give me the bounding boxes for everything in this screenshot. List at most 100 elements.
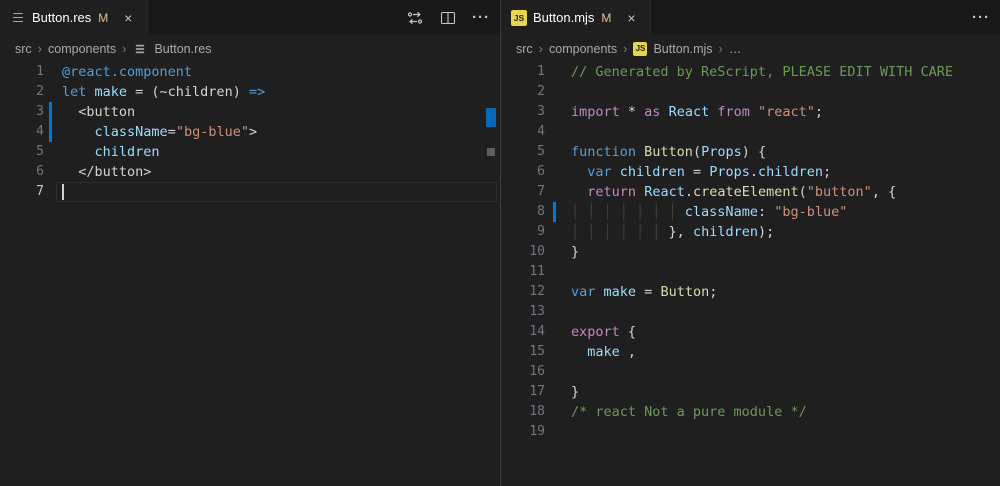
gutter: [44, 102, 62, 122]
code-line[interactable]: 3import * as React from "react";: [501, 102, 1000, 122]
code-line[interactable]: 6 </button>: [0, 162, 500, 182]
tab-bar-left: Button.res M × ···: [0, 0, 500, 35]
line-number[interactable]: 2: [0, 82, 44, 102]
line-number[interactable]: 4: [0, 122, 44, 142]
line-number[interactable]: 6: [501, 162, 545, 182]
code-line[interactable]: 5 function Button(Props) {: [501, 142, 1000, 162]
code-line[interactable]: 5 children: [0, 142, 500, 162]
code-line[interactable]: 11: [501, 262, 1000, 282]
close-icon[interactable]: ×: [622, 9, 640, 27]
line-number[interactable]: 8: [501, 202, 545, 222]
code-line[interactable]: 1// Generated by ReScript, PLEASE EDIT W…: [501, 62, 1000, 82]
line-number[interactable]: 10: [501, 242, 545, 262]
breadcrumb-item-src[interactable]: src: [15, 42, 32, 56]
code-text: var make = Button;: [571, 282, 717, 302]
gutter: [545, 262, 571, 282]
line-number[interactable]: 1: [501, 62, 545, 82]
line-number[interactable]: 7: [501, 182, 545, 202]
code-editor-left[interactable]: 1@react.component2let make = (~children)…: [0, 62, 500, 486]
code-line[interactable]: 6 var children = Props.children;: [501, 162, 1000, 182]
gutter: [545, 322, 571, 342]
open-changes-icon[interactable]: [406, 9, 424, 27]
code-line[interactable]: 7 return React.createElement("button", {: [501, 182, 1000, 202]
line-number[interactable]: 14: [501, 322, 545, 342]
line-number[interactable]: 4: [501, 122, 545, 142]
line-number[interactable]: 5: [0, 142, 44, 162]
line-number[interactable]: 1: [0, 62, 44, 82]
code-line[interactable]: 9 │ │ │ │ │ │ }, children);: [501, 222, 1000, 242]
git-modified-gutter-bar: [49, 102, 52, 122]
breadcrumb-item-components[interactable]: components: [549, 42, 617, 56]
line-number[interactable]: 2: [501, 82, 545, 102]
code-lines-right: 1// Generated by ReScript, PLEASE EDIT W…: [501, 62, 1000, 442]
code-line[interactable]: 18/* react Not a pure module */: [501, 402, 1000, 422]
line-number[interactable]: 11: [501, 262, 545, 282]
code-line[interactable]: 8│ │ │ │ │ │ │ className: "bg-blue": [501, 202, 1000, 222]
code-line[interactable]: 19: [501, 422, 1000, 442]
code-line[interactable]: 16: [501, 362, 1000, 382]
line-number[interactable]: 6: [0, 162, 44, 182]
line-number[interactable]: 18: [501, 402, 545, 422]
line-number[interactable]: 12: [501, 282, 545, 302]
code-line[interactable]: 14 export {: [501, 322, 1000, 342]
close-icon[interactable]: ×: [119, 9, 137, 27]
code-line[interactable]: 12 var make = Button;: [501, 282, 1000, 302]
gutter: [44, 142, 62, 162]
more-actions-icon[interactable]: ···: [972, 9, 990, 27]
code-text: }: [571, 242, 579, 262]
code-line[interactable]: 15 make ,: [501, 342, 1000, 362]
code-line[interactable]: 1@react.component: [0, 62, 500, 82]
breadcrumb-item-symbol[interactable]: …: [729, 42, 742, 56]
split-editor-icon[interactable]: [439, 9, 457, 27]
line-number[interactable]: 3: [501, 102, 545, 122]
tab-label: Button.mjs: [533, 10, 594, 25]
line-number[interactable]: 17: [501, 382, 545, 402]
breadcrumb-item-components[interactable]: components: [48, 42, 116, 56]
chevron-right-icon: ›: [122, 41, 126, 56]
code-text: export {: [571, 322, 636, 342]
code-line[interactable]: 2let make = (~children) =>: [0, 82, 500, 102]
more-actions-icon[interactable]: ···: [472, 9, 490, 27]
chevron-right-icon: ›: [623, 41, 627, 56]
gutter: [545, 342, 571, 362]
code-line[interactable]: 4: [501, 122, 1000, 142]
code-line[interactable]: 7: [0, 182, 500, 202]
code-line[interactable]: 2: [501, 82, 1000, 102]
code-line[interactable]: 17}: [501, 382, 1000, 402]
git-modified-badge: M: [601, 11, 611, 25]
code-text: make ,: [571, 342, 636, 362]
overview-ruler-mark: [487, 148, 495, 156]
line-number[interactable]: 15: [501, 342, 545, 362]
code-line[interactable]: 3 <button: [0, 102, 500, 122]
breadcrumb-item-file[interactable]: Button.mjs: [653, 42, 712, 56]
gutter: [545, 402, 571, 422]
breadcrumb-item-src[interactable]: src: [516, 42, 533, 56]
code-text: │ │ │ │ │ │ }, children);: [571, 222, 774, 242]
editor-actions-right: ···: [972, 0, 990, 35]
vscode-workbench: Button.res M × ··· src › components › Bu…: [0, 0, 1000, 486]
line-number[interactable]: 5: [501, 142, 545, 162]
code-text: return React.createElement("button", {: [571, 182, 896, 202]
line-number[interactable]: 19: [501, 422, 545, 442]
gutter: [545, 382, 571, 402]
gutter: [545, 202, 571, 222]
line-number[interactable]: 9: [501, 222, 545, 242]
gutter: [44, 182, 62, 202]
gutter: [44, 162, 62, 182]
gutter: [545, 242, 571, 262]
tab-button-res[interactable]: Button.res M ×: [0, 0, 148, 35]
chevron-right-icon: ›: [539, 41, 543, 56]
code-editor-right[interactable]: 1// Generated by ReScript, PLEASE EDIT W…: [501, 62, 1000, 486]
javascript-file-icon: JS: [633, 42, 647, 56]
code-line[interactable]: 10}: [501, 242, 1000, 262]
breadcrumb-item-file[interactable]: Button.res: [154, 42, 211, 56]
chevron-right-icon: ›: [38, 41, 42, 56]
code-line[interactable]: 4 className="bg-blue">: [0, 122, 500, 142]
code-text: function Button(Props) {: [571, 142, 766, 162]
tab-button-mjs[interactable]: JS Button.mjs M ×: [501, 0, 651, 35]
line-number[interactable]: 7: [0, 182, 44, 202]
line-number[interactable]: 13: [501, 302, 545, 322]
line-number[interactable]: 3: [0, 102, 44, 122]
code-line[interactable]: 13: [501, 302, 1000, 322]
line-number[interactable]: 16: [501, 362, 545, 382]
